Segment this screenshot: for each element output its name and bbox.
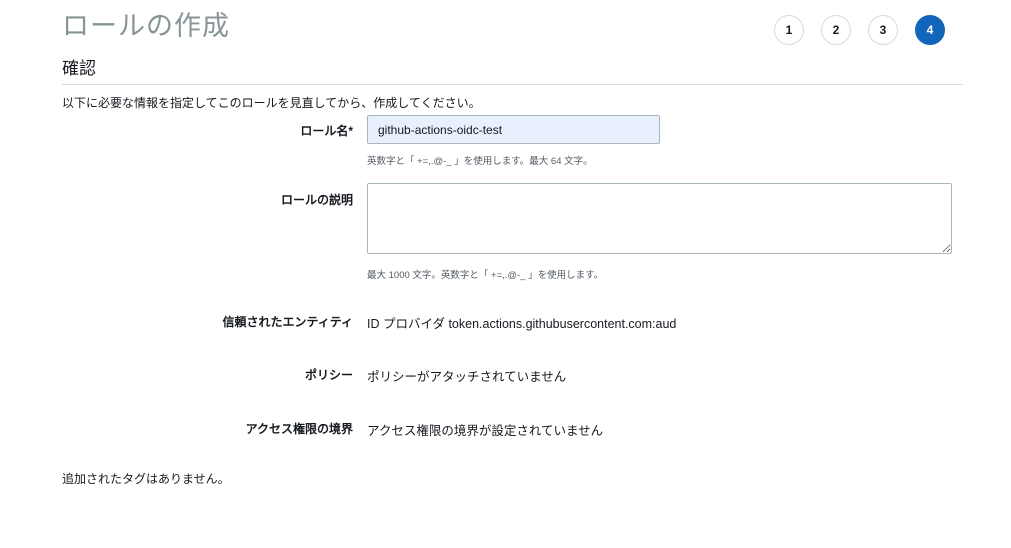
permissions-boundary-label: アクセス権限の境界 xyxy=(245,422,353,436)
permissions-boundary-value: アクセス権限の境界が設定されていません xyxy=(367,424,604,438)
policy-value: ポリシーがアタッチされていません xyxy=(367,370,567,384)
step-4-active[interactable]: 4 xyxy=(915,15,945,45)
role-description-textarea[interactable] xyxy=(367,183,952,254)
role-name-label: ロール名* xyxy=(300,124,353,138)
step-2[interactable]: 2 xyxy=(821,15,851,45)
trusted-entity-value: ID プロバイダ token.actions.githubusercontent… xyxy=(367,317,677,331)
section-divider xyxy=(62,84,963,85)
role-description-hint: 最大 1000 文字。英数字と「 +=,.@-_ 」を使用します。 xyxy=(367,270,604,281)
tags-status-text: 追加されたタグはありません。 xyxy=(62,472,230,486)
step-3[interactable]: 3 xyxy=(868,15,898,45)
section-title: 確認 xyxy=(62,59,96,78)
role-description-label: ロールの説明 xyxy=(280,193,353,207)
step-1[interactable]: 1 xyxy=(774,15,804,45)
role-name-input[interactable] xyxy=(367,115,660,144)
role-name-hint: 英数字と「 +=,.@-_ 」を使用します。最大 64 文字。 xyxy=(367,156,593,167)
page-title: ロールの作成 xyxy=(62,11,230,41)
trusted-entity-label: 信頼されたエンティティ xyxy=(222,315,353,329)
policy-label: ポリシー xyxy=(304,368,353,382)
step-indicator: 1 2 3 4 xyxy=(774,15,945,45)
intro-text: 以下に必要な情報を指定してこのロールを見直してから、作成してください。 xyxy=(62,96,481,110)
